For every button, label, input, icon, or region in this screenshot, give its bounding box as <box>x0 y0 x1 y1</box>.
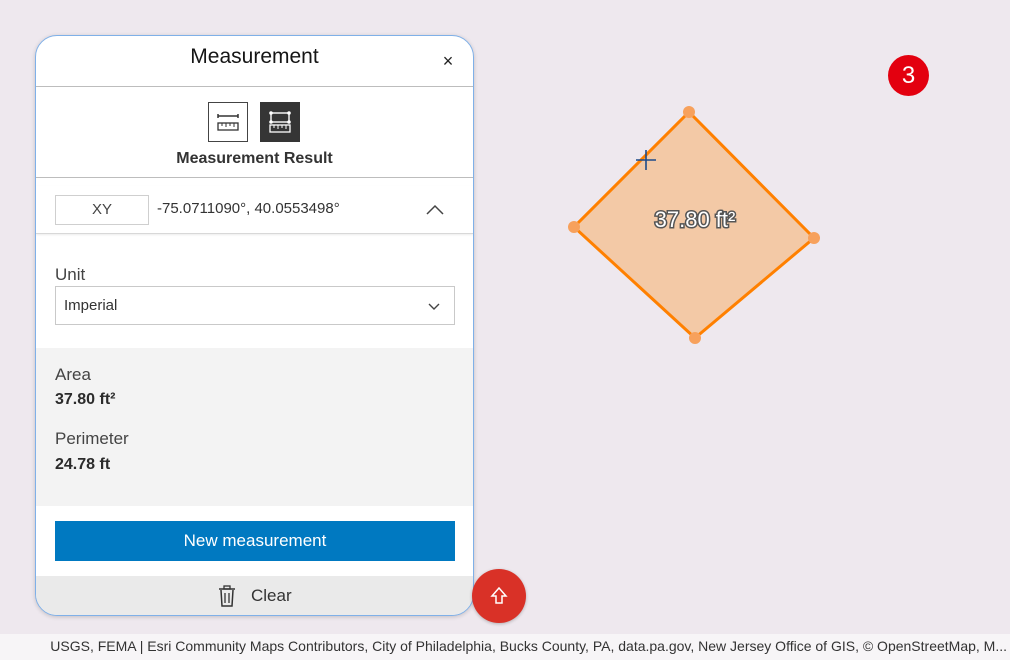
arrow-up-icon <box>490 586 508 604</box>
new-measurement-button[interactable]: New measurement <box>55 521 455 561</box>
map-attribution: USGS, FEMA | Esri Community Maps Contrib… <box>0 634 1010 660</box>
clear-button[interactable]: Clear <box>36 576 473 615</box>
unit-select[interactable]: Imperial <box>55 286 455 325</box>
trash-icon <box>219 585 235 607</box>
coordinate-value: -75.0711090°, 40.0553498° <box>157 200 340 217</box>
area-tool-button[interactable] <box>260 102 300 142</box>
panel-title: Measurement <box>190 45 319 68</box>
collapse-button[interactable] <box>421 196 449 224</box>
measurement-polygon[interactable]: 37.80 ft² <box>560 95 830 355</box>
ruler-area-icon <box>269 111 291 133</box>
unit-label: Unit <box>55 265 86 284</box>
results-box: Area 37.80 ft² Perimeter 24.78 ft <box>36 348 473 506</box>
distance-tool-button[interactable] <box>208 102 248 142</box>
ruler-distance-icon <box>217 114 239 131</box>
step-badge: 3 <box>888 55 929 96</box>
coordinate-format-select[interactable]: XY <box>55 195 149 225</box>
chevron-down-icon <box>428 303 440 310</box>
attribution-text: USGS, FEMA | Esri Community Maps Contrib… <box>50 638 1007 654</box>
polygon-vertex[interactable] <box>683 106 695 118</box>
measurement-panel: Measurement × Measurement Result XY -75.… <box>35 35 474 616</box>
measurement-result-heading: Measurement Result <box>176 150 333 167</box>
polygon-vertex[interactable] <box>689 332 701 344</box>
divider <box>36 177 473 178</box>
panel-header: Measurement × <box>36 36 473 87</box>
area-value: 37.80 ft² <box>55 391 116 408</box>
coordinate-row: XY -75.0711090°, 40.0553498° <box>36 186 473 234</box>
perimeter-label: Perimeter <box>55 429 129 448</box>
unit-selected-value: Imperial <box>64 297 118 314</box>
chevron-up-icon <box>426 204 444 215</box>
perimeter-value: 24.78 ft <box>55 456 111 473</box>
close-button[interactable]: × <box>439 51 457 71</box>
polygon-vertex[interactable] <box>568 221 580 233</box>
area-label: Area <box>55 365 91 384</box>
polygon-area-label: 37.80 ft² <box>655 207 736 232</box>
measure-tool-toggle <box>36 102 473 142</box>
scroll-up-button[interactable] <box>472 569 526 623</box>
clear-label: Clear <box>251 586 292 605</box>
polygon-vertex[interactable] <box>808 232 820 244</box>
